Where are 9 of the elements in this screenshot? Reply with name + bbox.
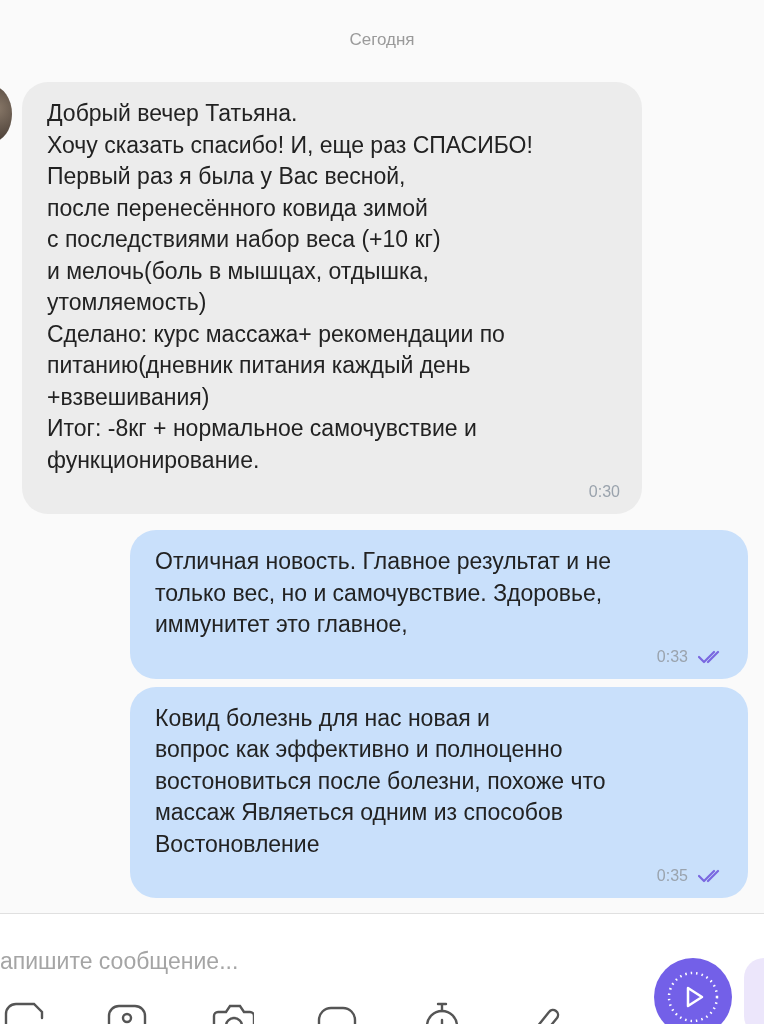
message-text: Отличная новость. Главное результат и не только вес, но и самочувствие. Здоровье, иммунитет это главное, xyxy=(155,547,612,639)
message-text: Ковид болезнь для нас новая и вопрос как эффективно и полноценно востоновиться после болезни, похоже что массаж Являеться одним из способов Востоновление xyxy=(155,703,607,859)
message-text: Добрый вечер Татьяна. Хочу сказать спасибо! И, еще раз СПАСИБО! Первый раз я была у Вас весной, после перенесённого ковида зимой с последствиями набор веса (+10 кг) и мелочь(боль в мышцах, отдышка, утомляемость) Сделано: курс массажа+ рекомендации по питанию(дневник питания каждый день +взвешивания) Итог: -8кг + нормальное самочувствие и функционирование. xyxy=(47,99,534,475)
message-time: 0:33 xyxy=(656,646,688,667)
send-button[interactable] xyxy=(654,958,732,1024)
message-input-field[interactable]: апишите сообщение... xyxy=(0,944,654,978)
date-divider: Сегодня xyxy=(349,30,415,50)
message-time: 0:35 xyxy=(656,866,688,886)
message-time: 0:30 xyxy=(588,482,620,502)
